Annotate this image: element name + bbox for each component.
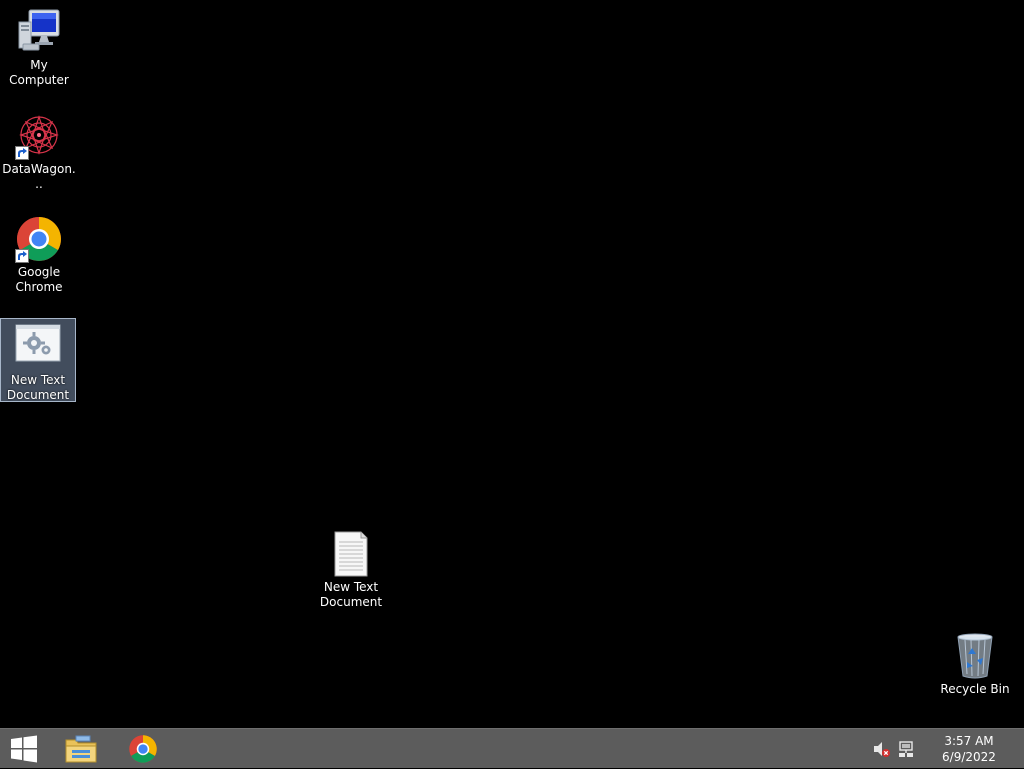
clock-date: 6/9/2022 (942, 750, 996, 764)
recycle-bin-icon (951, 632, 999, 680)
taskbar-file-explorer-button[interactable] (56, 729, 106, 769)
computer-icon (15, 8, 63, 56)
desktop-icon-label: Recycle Bin (940, 682, 1010, 696)
network-icon[interactable] (897, 740, 915, 758)
shortcut-arrow-icon (15, 146, 29, 160)
settings-document-icon (14, 323, 62, 371)
desktop-icon-label: New Text Document (6, 373, 70, 402)
datawagon-icon (15, 112, 63, 160)
taskbar-chrome-button[interactable] (118, 729, 168, 769)
desktop-icon-label: DataWagon... (2, 162, 76, 191)
desktop-icon-datawagon[interactable]: DataWagon... (1, 112, 77, 192)
chrome-icon (129, 735, 157, 763)
desktop-icon-google-chrome[interactable]: Google Chrome (1, 215, 77, 295)
windows-start-icon (11, 735, 37, 763)
desktop-icon-label: My Computer (9, 58, 69, 87)
text-file-icon (327, 530, 375, 578)
desktop-icon-new-text-document-selected[interactable]: New Text Document (0, 318, 76, 402)
desktop-icon-recycle-bin[interactable]: Recycle Bin (937, 632, 1013, 697)
desktop[interactable]: My Computer DataWagon... Google Chrome N… (0, 0, 1024, 728)
shortcut-arrow-icon (15, 249, 29, 263)
volume-muted-icon[interactable] (872, 740, 890, 758)
taskbar-clock[interactable]: 3:57 AM 6/9/2022 (934, 733, 1004, 765)
chrome-icon (15, 215, 63, 263)
desktop-icon-label: New Text Document (319, 580, 383, 609)
desktop-icon-my-computer[interactable]: My Computer (1, 8, 77, 88)
taskbar: 3:57 AM 6/9/2022 (0, 728, 1024, 768)
desktop-icon-label: Google Chrome (15, 265, 63, 294)
file-explorer-icon (65, 735, 97, 763)
clock-time: 3:57 AM (944, 734, 994, 748)
start-button[interactable] (0, 729, 48, 769)
desktop-icon-new-text-document[interactable]: New Text Document (313, 530, 389, 610)
